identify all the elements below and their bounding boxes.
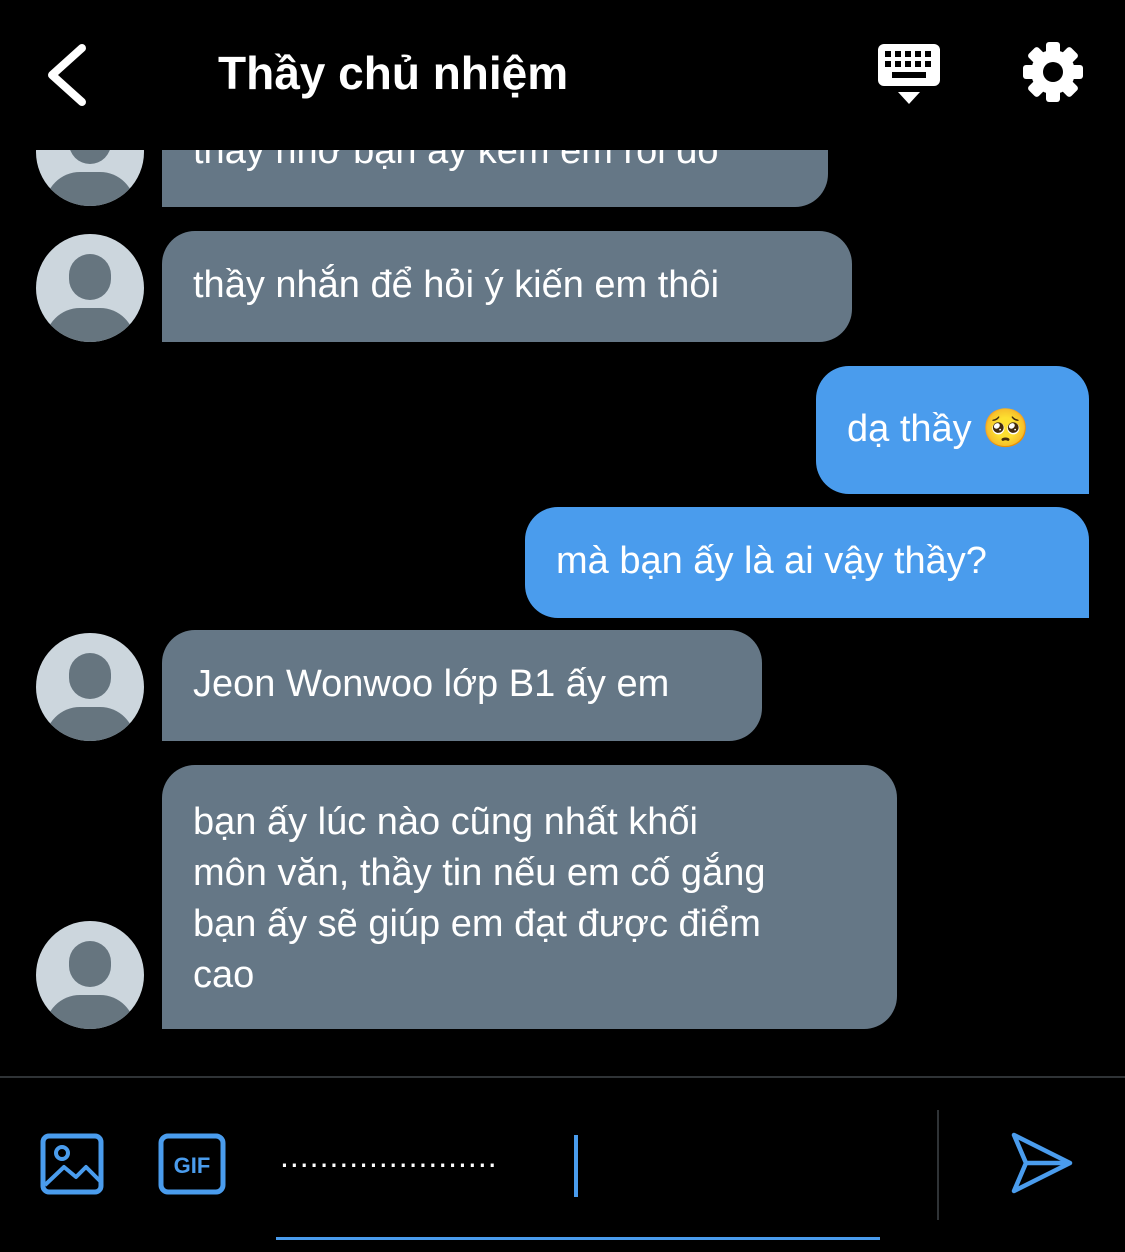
message-input[interactable]: ...................... <box>276 1130 880 1240</box>
avatar-body-shape <box>45 308 135 342</box>
avatar-body-shape <box>45 172 135 206</box>
gif-label: GIF <box>174 1153 211 1178</box>
message-bubble: bạn ấy lúc nào cũng nhất khối môn văn, t… <box>162 765 897 1029</box>
avatar-head-shape <box>69 254 111 300</box>
message-list[interactable]: thầy nhờ bạn ấy kèm em rồi đó thầy nhắn … <box>0 150 1125 1076</box>
avatar-head-shape <box>69 653 111 699</box>
image-icon[interactable] <box>40 1133 104 1195</box>
avatar[interactable] <box>36 921 144 1029</box>
message-composer: GIF ...................... <box>0 1078 1125 1252</box>
message-bubble: mà bạn ấy là ai vậy thầy? <box>525 507 1089 618</box>
message-input-value[interactable]: ...................... <box>280 1138 498 1175</box>
send-icon[interactable] <box>1010 1131 1074 1195</box>
message-bubble: dạ thầy 🥺 <box>816 366 1089 494</box>
message-bubble: Jeon Wonwoo lớp B1 ấy em <box>162 630 762 741</box>
avatar-head-shape <box>69 941 111 987</box>
avatar[interactable] <box>36 234 144 342</box>
composer-separator <box>937 1110 939 1220</box>
message-bubble: thầy nhờ bạn ấy kèm em rồi đó <box>162 150 828 207</box>
message-bubble: thầy nhắn để hỏi ý kiến em thôi <box>162 231 852 342</box>
avatar-head-shape <box>69 150 111 164</box>
avatar[interactable] <box>36 150 144 206</box>
chevron-left-icon[interactable] <box>38 40 98 110</box>
avatar-body-shape <box>45 995 135 1029</box>
chat-header: Thầy chủ nhiệm <box>0 0 1125 150</box>
avatar-body-shape <box>45 707 135 741</box>
gif-icon[interactable]: GIF <box>158 1133 226 1195</box>
conversation-title: Thầy chủ nhiệm <box>218 47 569 99</box>
text-caret <box>574 1135 578 1197</box>
avatar[interactable] <box>36 633 144 741</box>
gear-icon[interactable] <box>1022 41 1084 103</box>
keyboard-icon[interactable] <box>876 42 942 108</box>
